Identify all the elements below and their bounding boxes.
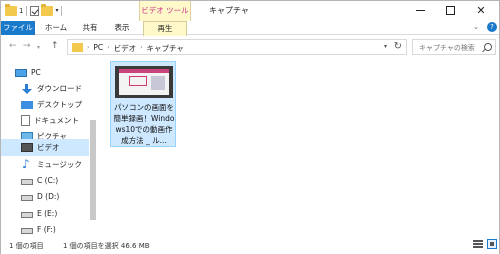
music-icon [21,157,33,171]
folder-icon[interactable] [5,4,17,16]
thumbnail-dialog [129,76,147,86]
properties-icon[interactable] [30,6,40,16]
context-tab-group-video-tools: ビデオ ツール [139,1,191,21]
breadcrumb-videos[interactable]: ビデオ [114,43,137,54]
window-title: キャプチャ [209,6,249,15]
context-tab-group-label: ビデオ ツール [141,6,189,15]
sidebar-scrollbar[interactable] [90,120,96,220]
sidebar-item-videos[interactable]: ビデオ [1,139,89,156]
customize-qat-icon[interactable]: ▾ [55,6,58,16]
sidebar-item-drive-d[interactable]: D (D:) [21,188,89,205]
document-icon [21,115,30,126]
file-name: パソコンの画面を簡単録画！Windows10での動画作成方法 _ ル... [113,103,175,145]
item-count: 1 個の項目 [9,242,44,250]
sidebar-item-label: ミュージック [37,160,82,169]
file-list: パソコンの画面を簡単録画！Windows10での動画作成方法 _ ル... [99,58,484,236]
refresh-icon[interactable]: ↻ [394,41,402,52]
sidebar-item-documents[interactable]: ドキュメント [21,112,93,129]
status-bar: 1 個の項目 1 個の項目を選択 46.6 MB [1,236,499,254]
address-bar[interactable]: › PC › ビデオ › キャプチャ ▾ ↻ [67,39,407,55]
close-icon: ✕ [476,4,486,17]
download-icon [21,83,33,94]
maximize-icon [445,5,455,15]
sidebar-item-desktop[interactable]: デスクトップ [21,96,93,113]
drive-icon [21,227,33,234]
expand-ribbon-icon[interactable]: ⌄ [473,23,479,31]
quick-access-toolbar: 1 ▾ [5,4,63,18]
breadcrumb-pc[interactable]: PC [93,43,103,54]
tab-play[interactable]: 再生 [143,21,187,36]
title-bar: 1 ▾ ビデオ ツール キャプチャ ✕ [1,1,499,21]
details-view-icon[interactable] [473,240,483,249]
ribbon-tabs: ファイル ホーム 共有 表示 再生 ⌄ ? [1,21,499,36]
sidebar-item-label: ダウンロード [37,84,82,93]
search-placeholder: キャプチャの検索 [419,44,475,52]
sidebar-item-label: ドキュメント [34,116,79,125]
tab-share[interactable]: 共有 [77,21,103,35]
selection-info: 1 個の項目を選択 46.6 MB [63,242,150,250]
forward-button[interactable]: → [23,41,31,51]
chevron-right-icon[interactable]: › [140,43,142,54]
navigation-pane: PC ダウンロード デスクトップ ドキュメント ピクチャ ビデオ ミュージック [1,58,97,236]
drive-icon [21,211,33,218]
tab-home[interactable]: ホーム [41,21,71,35]
explorer-window: 1 ▾ ビデオ ツール キャプチャ ✕ ファイル ホーム 共有 表示 再生 ⌄ … [0,0,500,254]
sidebar-item-label: F (F:) [37,225,56,234]
sidebar-item-drive-e[interactable]: E (E:) [21,205,89,222]
qat-separator [26,6,28,16]
recent-locations-icon[interactable]: ▾ [37,43,40,53]
videos-icon [21,143,33,152]
sidebar-item-label: D (D:) [37,192,60,201]
video-thumbnail [115,66,173,98]
chevron-right-icon[interactable]: › [87,43,89,54]
maximize-button[interactable] [435,1,465,21]
help-icon[interactable]: ? [487,22,497,32]
address-folder-icon [72,43,83,52]
search-icon[interactable] [484,43,492,51]
sidebar-item-music[interactable]: ミュージック [21,156,89,173]
qat-number: 1 [19,7,24,15]
sidebar-item-label: C (C:) [37,176,59,185]
content-scrollbar[interactable] [485,58,499,236]
sidebar-item-drive-c[interactable]: C (C:) [21,172,89,189]
sidebar-item-label: E (E:) [37,209,58,218]
up-button[interactable]: ↑ [51,41,59,51]
search-input[interactable]: キャプチャの検索 [412,39,496,55]
close-button[interactable]: ✕ [466,1,496,21]
breadcrumb: › PC › ビデオ › キャプチャ [87,43,184,54]
qat-separator-2 [61,6,63,16]
thumbnail-panel [151,76,165,90]
new-folder-icon[interactable] [41,4,54,16]
minimize-button[interactable] [405,1,435,21]
desktop-icon [21,100,33,109]
breadcrumb-capture[interactable]: キャプチャ [146,43,183,54]
back-button[interactable]: ← [9,41,17,51]
tab-view[interactable]: 表示 [109,21,135,35]
drive-icon [21,194,33,201]
navigation-bar: ← → ▾ ↑ › PC › ビデオ › キャプチャ ▾ ↻ キャプチャの検索 [1,36,499,58]
thumbnail-header [119,69,169,73]
sidebar-item-label: デスクトップ [37,100,82,109]
large-icons-view-icon[interactable] [487,239,497,249]
file-item[interactable]: パソコンの画面を簡単録画！Windows10での動画作成方法 _ ル... [110,61,176,147]
address-dropdown-icon[interactable]: ▾ [384,43,387,50]
pc-icon [15,68,27,77]
tab-file[interactable]: ファイル [1,21,35,35]
minimize-icon [415,9,425,11]
sidebar-item-downloads[interactable]: ダウンロード [21,80,93,97]
sidebar-item-pc[interactable]: PC [15,64,93,81]
sidebar-item-label: ビデオ [37,143,60,152]
sidebar-item-label: PC [31,68,41,77]
drive-icon [21,178,33,185]
chevron-right-icon[interactable]: › [107,43,109,54]
